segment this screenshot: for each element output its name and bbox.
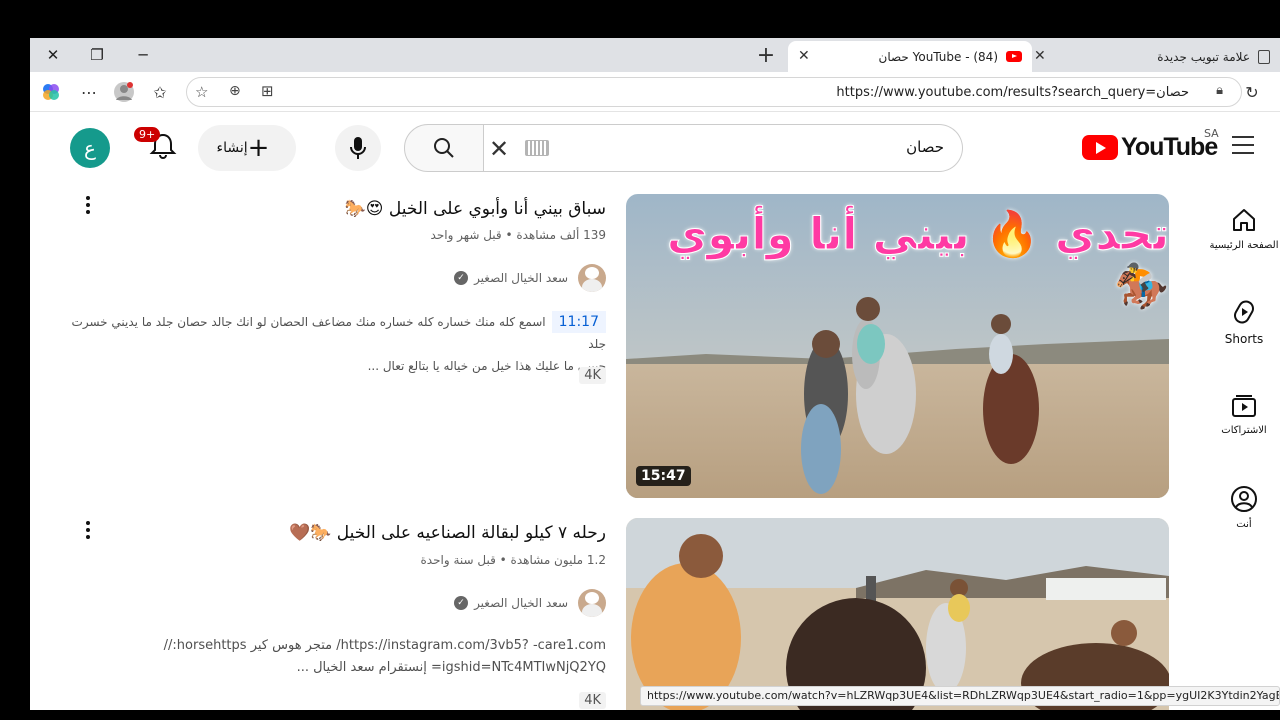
description-line: اسمع كله منك خساره كله خساره منك مضاعف ا…: [71, 315, 606, 351]
plus-icon: +: [247, 133, 270, 163]
tab-title: علامة تبويب جديدة: [1157, 49, 1250, 64]
notification-badge[interactable]: 9+: [134, 127, 161, 142]
refresh-icon[interactable]: ↻: [1238, 78, 1266, 106]
video-title[interactable]: رحله ٧ كيلو لبقالة الصناعيه على الخيل 🐎🤎: [289, 523, 606, 543]
channel-row[interactable]: سعد الخيال الصغير ✓: [454, 264, 606, 292]
favorites-icon[interactable]: ✩: [146, 78, 174, 106]
status-bar-url: https://www.youtube.com/watch?v=hLZRWqp3…: [640, 686, 1280, 706]
home-icon: [1233, 209, 1255, 231]
menu-icon[interactable]: [1232, 136, 1254, 154]
browser-window: ✕ ❐ ─ + YouTube - (84) حصان ✕ علامة تبوي…: [30, 38, 1280, 710]
keyboard-icon[interactable]: [525, 140, 549, 156]
sidebar-item-label: الاشتراكات: [1221, 425, 1267, 436]
youtube-favicon-icon: [1006, 51, 1022, 62]
video-thumbnail[interactable]: تحدي 🔥 بيني أنا وأبوي 🏇 15:47: [626, 194, 1169, 498]
close-tab-icon[interactable]: ✕: [1034, 48, 1046, 64]
sidebar-item-shorts[interactable]: Shorts: [1208, 298, 1280, 346]
video-description: 11:17اسمع كله منك خساره كله خساره منك مض…: [66, 311, 606, 377]
search-box[interactable]: حصان ✕: [483, 124, 963, 172]
search-button[interactable]: [404, 124, 484, 172]
app-available-icon[interactable]: ⊞: [261, 82, 274, 100]
sidebar-item-label: أنت: [1236, 519, 1252, 530]
sidebar-item-subscriptions[interactable]: الاشتراكات: [1208, 391, 1280, 436]
copilot-icon[interactable]: [37, 78, 65, 106]
verified-icon: ✓: [454, 596, 469, 610]
account-avatar[interactable]: ع: [70, 128, 110, 168]
url-text[interactable]: https://www.youtube.com/results?search_q…: [836, 85, 1189, 100]
channel-name[interactable]: سعد الخيال الصغير: [474, 271, 568, 285]
you-icon: [1231, 486, 1257, 512]
create-button[interactable]: + إنشاء: [198, 125, 296, 171]
description-line: https://instagram.com/3vb5? -care1.com/ …: [163, 638, 606, 653]
close-window-button[interactable]: ✕: [30, 38, 76, 72]
tab-new-tab[interactable]: علامة تبويب جديدة ✕: [1032, 41, 1280, 72]
minimize-window-button[interactable]: ─: [120, 38, 166, 72]
page-icon: [1258, 49, 1270, 64]
address-bar[interactable]: ☆ ⊕ ⊞ https://www.youtube.com/results?se…: [186, 77, 1242, 107]
new-tab-button[interactable]: +: [752, 42, 780, 68]
video-duration: 15:47: [636, 466, 691, 486]
create-label: إنشاء: [216, 140, 248, 156]
channel-row[interactable]: سعد الخيال الصغير ✓: [454, 589, 606, 617]
region-code: SA: [1204, 127, 1219, 140]
logo-text: YouTube: [1121, 133, 1218, 161]
lock-icon[interactable]: 🔒︎: [1216, 83, 1223, 98]
youtube-header: YouTube SA حصان ✕ + إنشاء 9+ ع: [30, 113, 1280, 181]
more-actions-icon[interactable]: [80, 521, 96, 542]
more-menu-icon[interactable]: ⋯: [75, 78, 103, 106]
zoom-icon[interactable]: ⊕: [229, 83, 241, 99]
channel-avatar[interactable]: [578, 264, 606, 292]
browser-toolbar: ⋯ ✩ ☆ ⊕ ⊞ https://www.youtube.com/result…: [30, 72, 1280, 112]
sidebar-item-you[interactable]: أنت: [1208, 485, 1280, 530]
video-meta: 139 ألف مشاهدة • قبل شهر واحد: [430, 228, 606, 242]
youtube-play-icon: [1082, 135, 1118, 160]
channel-avatar[interactable]: [578, 589, 606, 617]
profile-icon[interactable]: [110, 78, 138, 106]
shorts-icon: [1234, 300, 1254, 324]
close-tab-icon[interactable]: ✕: [798, 48, 810, 64]
voice-search-button[interactable]: [335, 125, 381, 171]
video-meta: 1.2 مليون مشاهدة • قبل سنة واحدة: [420, 553, 606, 567]
sidebar-item-label: Shorts: [1224, 332, 1264, 346]
tab-youtube[interactable]: YouTube - (84) حصان ✕: [788, 41, 1032, 72]
quality-badge: 4K: [579, 367, 606, 384]
clear-search-icon[interactable]: ✕: [489, 135, 509, 163]
subscriptions-icon: [1232, 395, 1256, 417]
youtube-logo[interactable]: YouTube: [1082, 133, 1218, 162]
tab-strip: ✕ ❐ ─ + YouTube - (84) حصان ✕ علامة تبوي…: [30, 38, 1280, 72]
description-line: igshid=NTc4MTIwNjQ2YQ= إنستقرام سعد الخي…: [296, 660, 606, 675]
tab-title: YouTube - (84) حصان: [878, 49, 999, 64]
chapter-timestamp[interactable]: 11:17: [551, 311, 606, 333]
search-input[interactable]: حصان: [906, 138, 944, 156]
thumbnail-overlay-text: تحدي 🔥 بيني أنا وأبوي 🏇: [667, 209, 1169, 313]
video-thumbnail[interactable]: [626, 518, 1169, 710]
search-icon: [434, 138, 454, 158]
video-title[interactable]: سباق بيني أنا وأبوي على الخيل 😍🐎: [345, 199, 606, 219]
restore-window-button[interactable]: ❐: [74, 38, 120, 72]
sidebar-item-home[interactable]: الصفحة الرئيسية: [1208, 206, 1280, 251]
more-actions-icon[interactable]: [80, 196, 96, 217]
video-description: https://instagram.com/3vb5? -care1.com/ …: [66, 635, 606, 679]
add-favorite-star-icon[interactable]: ☆: [195, 83, 208, 101]
sidebar-item-label: الصفحة الرئيسية: [1209, 240, 1279, 251]
thumbnail-image: [626, 518, 1169, 710]
verified-icon: ✓: [454, 271, 469, 285]
microphone-icon: [350, 137, 366, 159]
quality-badge: 4K: [579, 692, 606, 709]
channel-name[interactable]: سعد الخيال الصغير: [474, 596, 568, 610]
description-line: حبيبي ما عليك هذا خيل من خياله يا بتالع …: [367, 359, 606, 373]
